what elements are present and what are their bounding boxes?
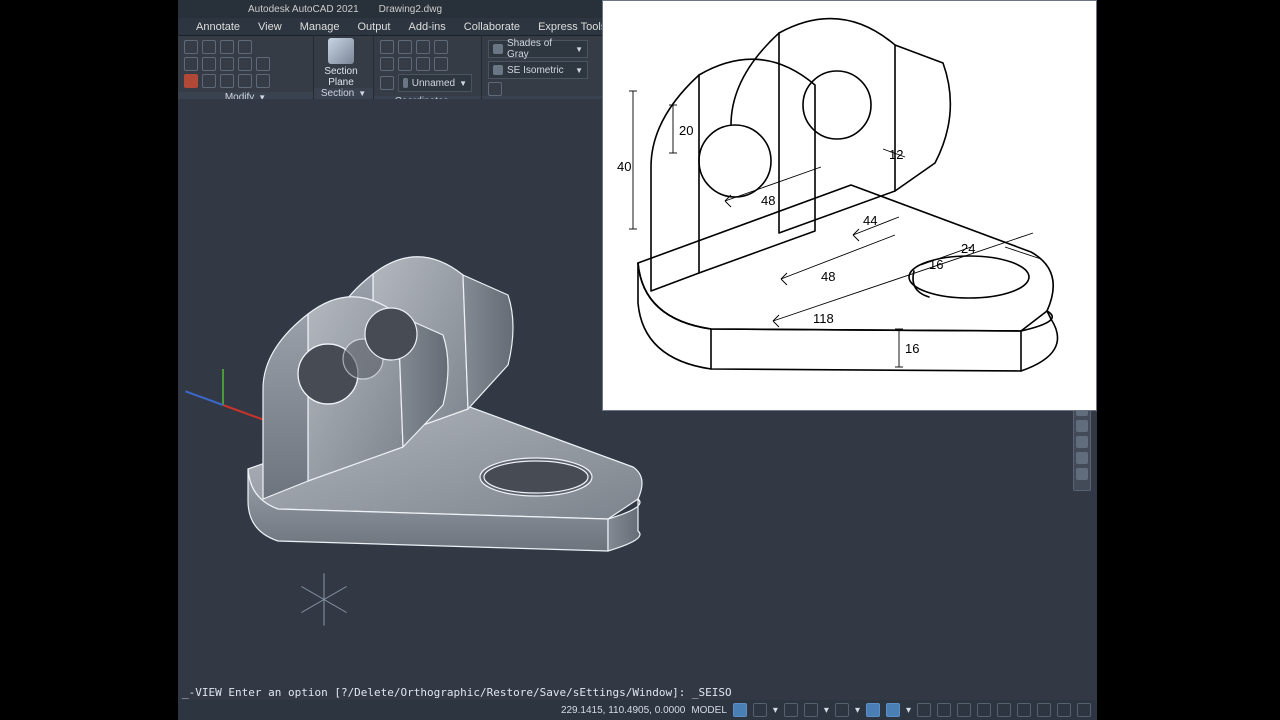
- presspull-icon[interactable]: [202, 74, 216, 88]
- tab-manage[interactable]: Manage: [292, 20, 348, 34]
- annotation-icon[interactable]: [1017, 703, 1031, 717]
- tab-addins[interactable]: Add-ins: [401, 20, 454, 34]
- rotate-3d-icon[interactable]: [220, 40, 234, 54]
- workspace-icon[interactable]: [1037, 703, 1051, 717]
- extrude-icon[interactable]: [202, 57, 216, 71]
- navigation-bar[interactable]: [1073, 399, 1091, 491]
- dropdown-icon[interactable]: [452, 40, 459, 54]
- page-root: Autodesk AutoCAD 2021 Drawing2.dwg Annot…: [0, 0, 1280, 720]
- move-3d-icon[interactable]: [202, 40, 216, 54]
- ucs-face-icon[interactable]: [380, 57, 394, 71]
- view-config-icon[interactable]: [488, 82, 502, 96]
- dim-12: 12: [889, 147, 903, 162]
- coordinates-readout: 229.1415, 110.4905, 0.0000: [561, 705, 685, 716]
- loft-icon[interactable]: [256, 57, 270, 71]
- ucs-y-icon[interactable]: [416, 40, 430, 54]
- tab-collaborate[interactable]: Collaborate: [456, 20, 528, 34]
- tab-annotate[interactable]: Annotate: [188, 20, 248, 34]
- panel-section: SectionPlane Section▼: [314, 36, 374, 98]
- pan-icon[interactable]: [1076, 420, 1088, 432]
- ortho-toggle-icon[interactable]: [784, 703, 798, 717]
- section-plane-button[interactable]: SectionPlane: [314, 36, 368, 88]
- letterbox-right: [1097, 0, 1280, 720]
- ucs-icon: [403, 78, 408, 88]
- grid-toggle-icon[interactable]: [733, 703, 747, 717]
- reference-drawing: 20 40 12 48 48 44 24 16 118 16: [602, 0, 1097, 411]
- dim-48b: 48: [821, 269, 835, 284]
- lineweight-icon[interactable]: [937, 703, 951, 717]
- 3dosnap-toggle-icon[interactable]: [886, 703, 900, 717]
- zoom-icon[interactable]: [1076, 436, 1088, 448]
- chamfer-edge-icon[interactable]: [238, 74, 252, 88]
- otrack-icon[interactable]: [917, 703, 931, 717]
- ucs-origin-icon[interactable]: [434, 57, 448, 71]
- section-plane-label: SectionPlane: [324, 66, 357, 88]
- dim-24: 24: [961, 241, 975, 256]
- gizmo-icon[interactable]: [997, 703, 1011, 717]
- file-name: Drawing2.dwg: [379, 4, 442, 15]
- clean-screen-icon[interactable]: [1057, 703, 1071, 717]
- dim-118: 118: [813, 311, 834, 326]
- dropdown-icon[interactable]: [256, 40, 263, 54]
- section-plane-icon: [328, 38, 354, 64]
- ucs-world-icon[interactable]: [380, 40, 394, 54]
- snap-toggle-icon[interactable]: [753, 703, 767, 717]
- iso-view-dropdown[interactable]: SE Isometric▼: [488, 61, 588, 79]
- shell-icon[interactable]: [256, 74, 270, 88]
- transparency-icon[interactable]: [957, 703, 971, 717]
- status-bar: 229.1415, 110.4905, 0.0000 MODEL ▾ ▾ ▾ ▾: [178, 700, 1097, 720]
- command-history: _-VIEW Enter an option [?/Delete/Orthogr…: [178, 685, 1097, 701]
- panel-label-section[interactable]: Section▼: [314, 88, 373, 99]
- scale-3d-icon[interactable]: [238, 40, 252, 54]
- showmotion-icon[interactable]: [1076, 468, 1088, 480]
- selection-cycling-icon[interactable]: [977, 703, 991, 717]
- visual-style-icon: [493, 44, 503, 54]
- view-cube-icon: [493, 65, 503, 75]
- orbit-icon[interactable]: [1076, 452, 1088, 464]
- osnap-toggle-icon[interactable]: [866, 703, 880, 717]
- dropdown-icon[interactable]: [452, 57, 459, 71]
- dim-16b: 16: [905, 341, 919, 356]
- ucs-z-icon[interactable]: [434, 40, 448, 54]
- panel-modify: Modify▼: [178, 36, 314, 98]
- ucs-prev-icon[interactable]: [380, 76, 394, 90]
- letterbox-left: [0, 0, 178, 720]
- polar-toggle-icon[interactable]: [804, 703, 818, 717]
- ucs-view-icon[interactable]: [398, 57, 412, 71]
- tab-view[interactable]: View: [250, 20, 290, 34]
- dim-48a: 48: [761, 193, 775, 208]
- intersect-icon[interactable]: [184, 74, 198, 88]
- model-space-button[interactable]: MODEL: [691, 705, 727, 716]
- ucs-object-icon[interactable]: [416, 57, 430, 71]
- sweep-icon[interactable]: [238, 57, 252, 71]
- ucs-named-dropdown[interactable]: Unnamed▼: [398, 74, 472, 92]
- fillet-edge-icon[interactable]: [220, 74, 234, 88]
- visual-style-dropdown[interactable]: Shades of Gray▼: [488, 40, 588, 58]
- dim-16a: 16: [929, 257, 943, 272]
- isodraft-icon[interactable]: [835, 703, 849, 717]
- solid-model[interactable]: [218, 199, 658, 579]
- subtract-icon[interactable]: [184, 57, 198, 71]
- dim-44: 44: [863, 213, 877, 228]
- ucs-x-icon[interactable]: [398, 40, 412, 54]
- panel-coordinates: Unnamed▼ Coordinates▼: [374, 36, 482, 98]
- union-icon[interactable]: [184, 40, 198, 54]
- tab-output[interactable]: Output: [349, 20, 398, 34]
- app-name: Autodesk AutoCAD 2021: [248, 4, 359, 15]
- dim-20: 20: [679, 123, 693, 138]
- customize-icon[interactable]: [1077, 703, 1091, 717]
- dim-40: 40: [617, 159, 631, 174]
- revolve-icon[interactable]: [220, 57, 234, 71]
